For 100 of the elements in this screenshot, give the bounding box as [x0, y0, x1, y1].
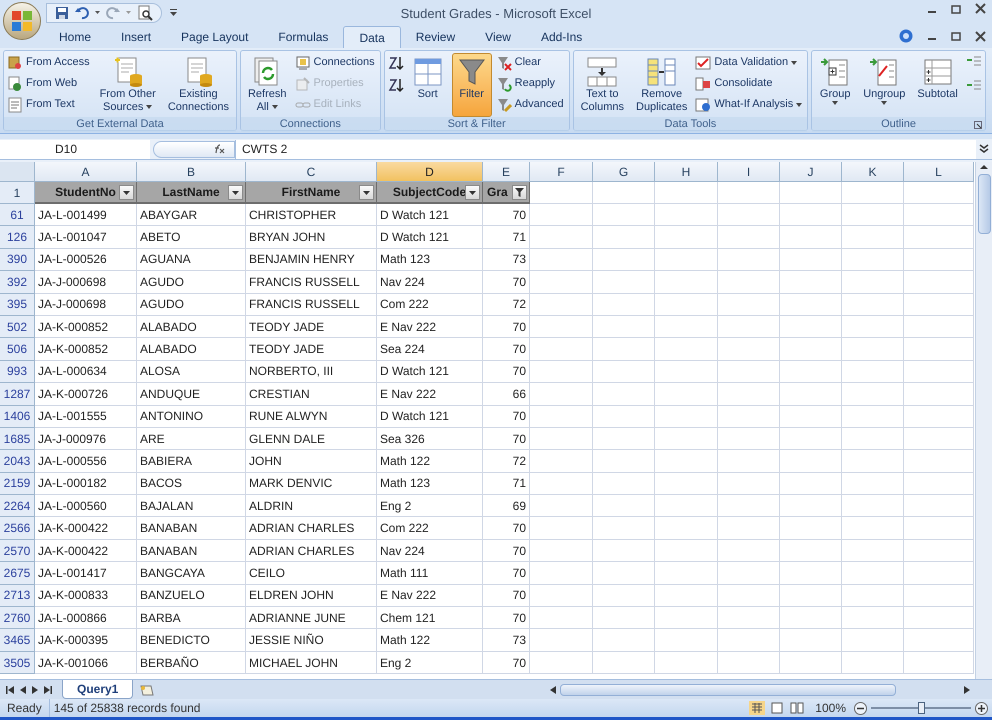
filter-dropdown-button[interactable] — [119, 185, 134, 200]
ribbon-button[interactable]: Ungroup — [859, 53, 910, 117]
caret-icon[interactable] — [832, 101, 838, 105]
caret-icon[interactable] — [272, 105, 278, 110]
row-header[interactable]: 3465 — [0, 629, 35, 652]
row-header[interactable]: 1 — [0, 182, 35, 204]
row-header[interactable]: 1287 — [0, 383, 35, 406]
name-box[interactable]: D10 — [0, 140, 150, 158]
ribbon-tab[interactable]: Add-Ins — [526, 26, 598, 48]
filter-dropdown-button[interactable] — [228, 185, 243, 200]
filter-dropdown-button[interactable] — [359, 185, 374, 200]
page-layout-view-icon[interactable] — [769, 701, 786, 715]
ribbon-button[interactable]: From Access — [7, 53, 92, 72]
page-break-view-icon[interactable] — [789, 701, 806, 715]
sort-icon[interactable] — [412, 56, 444, 88]
column-header[interactable]: L — [904, 162, 974, 182]
restore-icon[interactable] — [951, 4, 961, 14]
ribbon-button[interactable]: Consolidate — [695, 74, 804, 93]
ribbon-tab[interactable]: Data — [343, 26, 401, 48]
ribbon-button[interactable]: Remove Duplicates — [632, 53, 692, 117]
column-header[interactable]: E — [483, 162, 530, 182]
print-preview-icon[interactable] — [137, 4, 153, 20]
row-header[interactable]: 395 — [0, 294, 35, 316]
row-header[interactable]: 1406 — [0, 406, 35, 428]
row-header[interactable]: 3505 — [0, 652, 35, 674]
caret-icon[interactable] — [95, 10, 100, 14]
ribbon-tab[interactable]: Formulas — [263, 26, 344, 48]
ribbon-button[interactable]: Reapply — [496, 74, 566, 93]
caret-icon[interactable] — [881, 101, 888, 105]
filter-applied-button[interactable] — [512, 185, 527, 200]
reapply-filter-icon[interactable] — [496, 76, 512, 92]
duplicate-icon[interactable] — [646, 56, 678, 88]
ribbon-button[interactable]: Refresh All — [244, 53, 290, 117]
caret-icon[interactable] — [469, 190, 476, 194]
ribbon-button[interactable]: From Text — [7, 95, 92, 114]
ribbon-button[interactable]: Group — [815, 53, 856, 117]
dialog-launcher-icon[interactable] — [974, 121, 982, 129]
row-header[interactable]: 2159 — [0, 472, 35, 496]
expand-icon[interactable] — [979, 144, 989, 154]
column-header[interactable]: I — [718, 162, 780, 182]
clear-filter-icon[interactable] — [496, 54, 512, 70]
save-icon[interactable] — [55, 6, 69, 20]
ribbon-button[interactable]: Filter — [452, 53, 492, 117]
ribbon-button[interactable]: From Other Sources — [96, 53, 160, 117]
column-header[interactable]: G — [593, 162, 655, 182]
ribbon-button[interactable]: Advanced — [496, 95, 566, 114]
office-button[interactable] — [3, 2, 41, 40]
caret-icon[interactable] — [363, 190, 370, 194]
restore-icon[interactable] — [951, 31, 961, 41]
row-header[interactable]: 392 — [0, 271, 35, 294]
zoom-in-icon[interactable] — [975, 702, 988, 714]
caret-icon[interactable] — [232, 190, 239, 194]
row-header[interactable]: 2760 — [0, 607, 35, 630]
row-header[interactable]: 126 — [0, 226, 35, 249]
ribbon-button[interactable]: Data Validation — [695, 53, 804, 72]
ribbon-button[interactable]: Clear — [496, 53, 566, 72]
row-header[interactable]: 993 — [0, 360, 35, 384]
consolidate-icon[interactable] — [695, 76, 712, 92]
columns-icon[interactable] — [586, 56, 618, 88]
sheet-tab[interactable]: Query1 — [62, 680, 134, 699]
row-header[interactable]: 506 — [0, 338, 35, 361]
connections-icon[interactable] — [294, 54, 310, 70]
row-header[interactable]: 390 — [0, 248, 35, 272]
customize-toolbar-icon[interactable] — [170, 9, 177, 16]
row-header[interactable]: 502 — [0, 316, 35, 338]
normal-view-icon[interactable] — [749, 701, 766, 715]
sort-ascending-icon[interactable] — [388, 55, 404, 71]
row-header[interactable]: 2570 — [0, 540, 35, 562]
row-header[interactable]: 2713 — [0, 584, 35, 608]
zoom-out-icon[interactable] — [854, 702, 867, 714]
ribbon-button[interactable]: Subtotal — [913, 53, 962, 117]
filter-icon[interactable] — [515, 188, 524, 197]
ribbon-tab[interactable]: Page Layout — [166, 26, 264, 48]
text-document-icon[interactable] — [7, 96, 23, 112]
validation-icon[interactable] — [695, 54, 712, 70]
row-header[interactable]: 2043 — [0, 450, 35, 473]
zoom-slider[interactable] — [871, 702, 971, 714]
scroll-up-icon[interactable] — [980, 164, 988, 170]
row-header[interactable]: 2566 — [0, 517, 35, 540]
ribbon-tab[interactable]: Insert — [106, 26, 166, 48]
scroll-right-icon[interactable] — [964, 686, 970, 694]
row-header[interactable]: 1685 — [0, 428, 35, 450]
scrollbar-thumb[interactable] — [978, 174, 990, 234]
column-header[interactable]: C — [246, 162, 377, 182]
sort-descending-icon[interactable] — [388, 77, 404, 93]
column-header[interactable]: J — [780, 162, 842, 182]
function-icon[interactable] — [212, 144, 226, 154]
ribbon-button[interactable]: From Web — [7, 74, 92, 93]
formula-input[interactable]: CWTS 2 — [235, 140, 976, 158]
help-icon[interactable] — [899, 29, 913, 43]
ribbon-button[interactable]: Existing Connections — [164, 53, 233, 117]
column-header[interactable]: K — [842, 162, 904, 182]
ribbon-tab[interactable]: Review — [400, 26, 470, 48]
zoom-level[interactable]: 100% — [815, 699, 846, 717]
column-header[interactable]: A — [35, 162, 137, 182]
column-header[interactable]: B — [137, 162, 246, 182]
row-header[interactable]: 61 — [0, 204, 35, 226]
advanced-filter-icon[interactable] — [496, 96, 512, 112]
caret-icon[interactable] — [791, 60, 798, 64]
row-header[interactable]: 2675 — [0, 562, 35, 585]
